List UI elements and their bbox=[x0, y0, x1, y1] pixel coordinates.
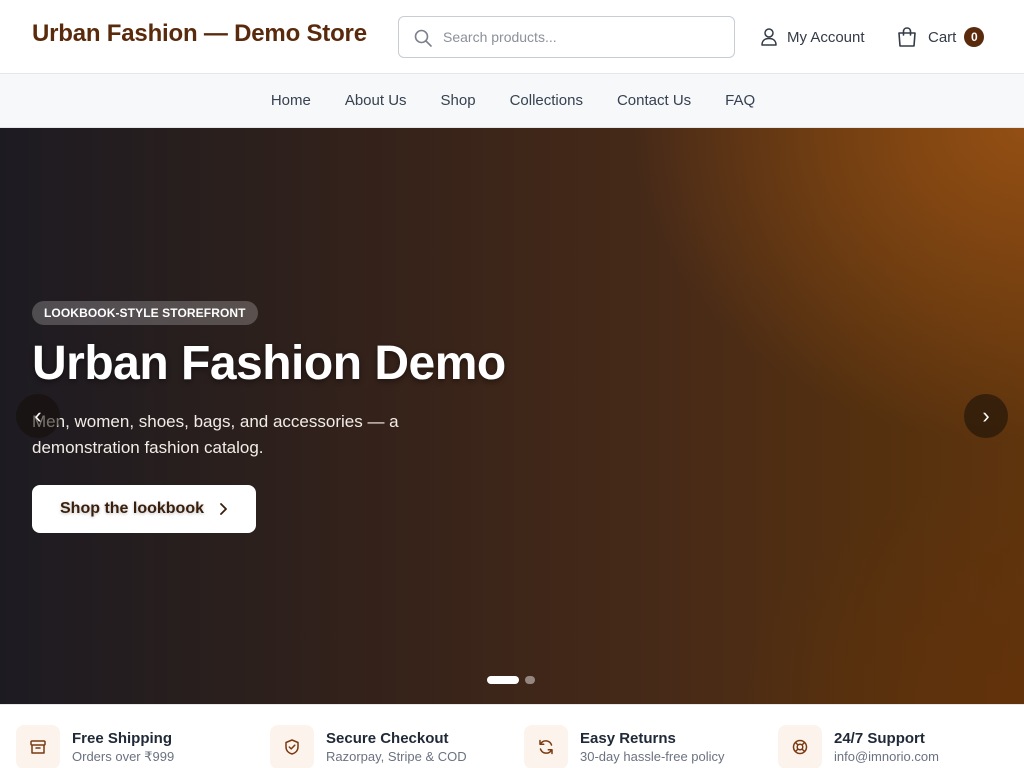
slider-next-button[interactable]: › bbox=[964, 394, 1008, 438]
feature-title: Free Shipping bbox=[72, 730, 173, 747]
shopping-bag-icon bbox=[898, 27, 916, 47]
feature-support: 24/7 Support info@imnorio.com bbox=[778, 725, 939, 768]
main-nav: Home About Us Shop Collections Contact U… bbox=[0, 74, 1024, 128]
hero-title: Urban Fashion Demo bbox=[32, 337, 506, 390]
feature-subtitle: info@imnorio.com bbox=[834, 749, 939, 764]
search-input[interactable] bbox=[443, 17, 723, 57]
feature-title: Easy Returns bbox=[580, 730, 676, 747]
shop-lookbook-label: Shop the lookbook bbox=[60, 500, 204, 517]
brand-logo[interactable]: Urban Fashion — Demo Store bbox=[32, 20, 367, 48]
user-icon bbox=[761, 28, 777, 46]
feature-icon-shield bbox=[270, 725, 314, 768]
features-bar: Free Shipping Orders over ₹999 Secure Ch… bbox=[0, 704, 1024, 768]
hero-subtitle: Men, women, shoes, bags, and accessories… bbox=[32, 412, 399, 457]
slider-dot-2[interactable] bbox=[525, 676, 535, 684]
feature-easy-returns: Easy Returns 30-day hassle-free policy bbox=[524, 725, 725, 768]
nav-item-contact-us[interactable]: Contact Us bbox=[617, 92, 691, 109]
feature-icon-lifebuoy bbox=[778, 725, 822, 768]
site-header: Urban Fashion — Demo Store My Account Ca… bbox=[0, 0, 1024, 74]
feature-subtitle: 30-day hassle-free policy bbox=[580, 749, 725, 764]
slider-dot-1[interactable] bbox=[487, 676, 519, 684]
nav-item-collections[interactable]: Collections bbox=[510, 92, 583, 109]
chevron-right-icon bbox=[220, 503, 227, 515]
hero-slider: LOOKBOOK-STYLE STOREFRONT Urban Fashion … bbox=[0, 128, 1024, 704]
feature-free-shipping: Free Shipping Orders over ₹999 bbox=[16, 725, 174, 768]
my-account-link[interactable]: My Account bbox=[760, 26, 865, 48]
feature-title: 24/7 Support bbox=[834, 730, 925, 747]
feature-text: 24/7 Support info@imnorio.com bbox=[834, 725, 939, 766]
feature-secure-checkout: Secure Checkout Razorpay, Stripe & COD bbox=[270, 725, 467, 768]
cart-count-badge: 0 bbox=[964, 27, 985, 47]
feature-subtitle: Razorpay, Stripe & COD bbox=[326, 749, 467, 764]
search-box[interactable] bbox=[398, 16, 735, 58]
feature-title: Secure Checkout bbox=[326, 730, 449, 747]
search-icon bbox=[414, 29, 432, 47]
slider-dots bbox=[487, 676, 535, 684]
nav-item-shop[interactable]: Shop bbox=[441, 92, 476, 109]
shop-lookbook-button[interactable]: Shop the lookbook bbox=[32, 485, 256, 533]
feature-icon-refresh bbox=[524, 725, 568, 768]
nav-item-about-us[interactable]: About Us bbox=[345, 92, 407, 109]
nav-item-faq[interactable]: FAQ bbox=[725, 92, 755, 109]
chevron-right-icon: › bbox=[982, 403, 990, 428]
cart-link[interactable]: Cart 0 bbox=[896, 25, 985, 49]
feature-text: Secure Checkout Razorpay, Stripe & COD bbox=[326, 725, 467, 766]
shield-check-icon bbox=[285, 739, 299, 755]
lifebuoy-icon bbox=[792, 739, 808, 755]
box-icon bbox=[30, 740, 46, 754]
slider-prev-button[interactable]: ‹ bbox=[16, 394, 60, 438]
chevron-left-icon: ‹ bbox=[34, 403, 42, 428]
my-account-label: My Account bbox=[787, 28, 865, 46]
refresh-icon bbox=[539, 739, 553, 755]
feature-icon-box bbox=[16, 725, 60, 768]
nav-item-home[interactable]: Home bbox=[271, 92, 311, 109]
feature-text: Free Shipping Orders over ₹999 bbox=[72, 725, 174, 766]
cart-label: Cart bbox=[928, 28, 957, 46]
feature-subtitle: Orders over ₹999 bbox=[72, 749, 175, 764]
feature-text: Easy Returns 30-day hassle-free policy bbox=[580, 725, 725, 766]
hero-tag: LOOKBOOK-STYLE STOREFRONT bbox=[32, 301, 258, 325]
